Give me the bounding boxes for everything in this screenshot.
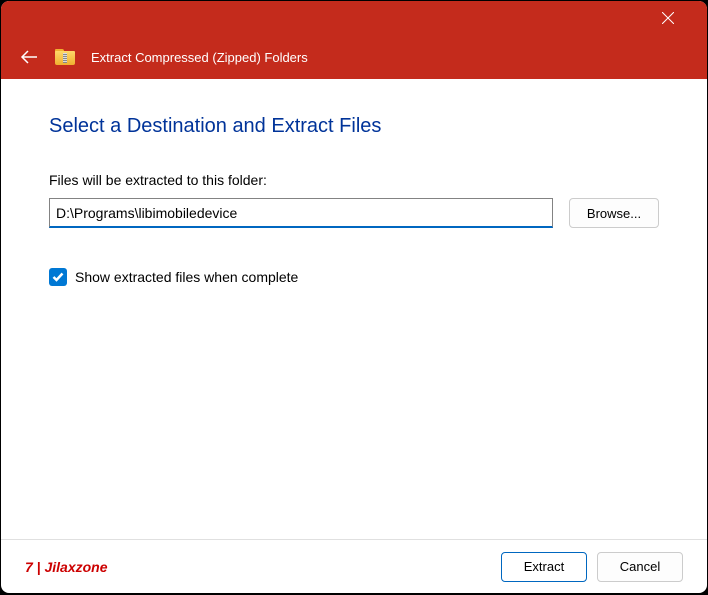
close-button[interactable] bbox=[645, 1, 691, 35]
back-arrow-icon bbox=[20, 50, 38, 64]
checkmark-icon bbox=[52, 272, 64, 282]
titlebar bbox=[1, 1, 707, 35]
zipped-folder-icon bbox=[55, 49, 75, 65]
content-area: Select a Destination and Extract Files F… bbox=[1, 79, 707, 539]
destination-label: Files will be extracted to this folder: bbox=[49, 172, 659, 188]
watermark-text: 7 | Jilaxzone bbox=[25, 559, 491, 575]
cancel-button[interactable]: Cancel bbox=[597, 552, 683, 582]
header-bar: Extract Compressed (Zipped) Folders bbox=[1, 35, 707, 79]
close-icon bbox=[662, 12, 674, 24]
show-files-checkbox[interactable] bbox=[49, 268, 67, 286]
show-files-checkbox-label: Show extracted files when complete bbox=[75, 269, 298, 285]
back-button[interactable] bbox=[19, 47, 39, 67]
destination-row: Browse... bbox=[49, 198, 659, 228]
dialog-window: Extract Compressed (Zipped) Folders Sele… bbox=[1, 1, 707, 593]
page-heading: Select a Destination and Extract Files bbox=[49, 115, 659, 138]
browse-button[interactable]: Browse... bbox=[569, 198, 659, 228]
destination-path-input[interactable] bbox=[49, 198, 553, 228]
dialog-title: Extract Compressed (Zipped) Folders bbox=[91, 50, 308, 65]
extract-button[interactable]: Extract bbox=[501, 552, 587, 582]
footer-bar: 7 | Jilaxzone Extract Cancel bbox=[1, 539, 707, 593]
show-files-checkbox-row: Show extracted files when complete bbox=[49, 268, 659, 286]
